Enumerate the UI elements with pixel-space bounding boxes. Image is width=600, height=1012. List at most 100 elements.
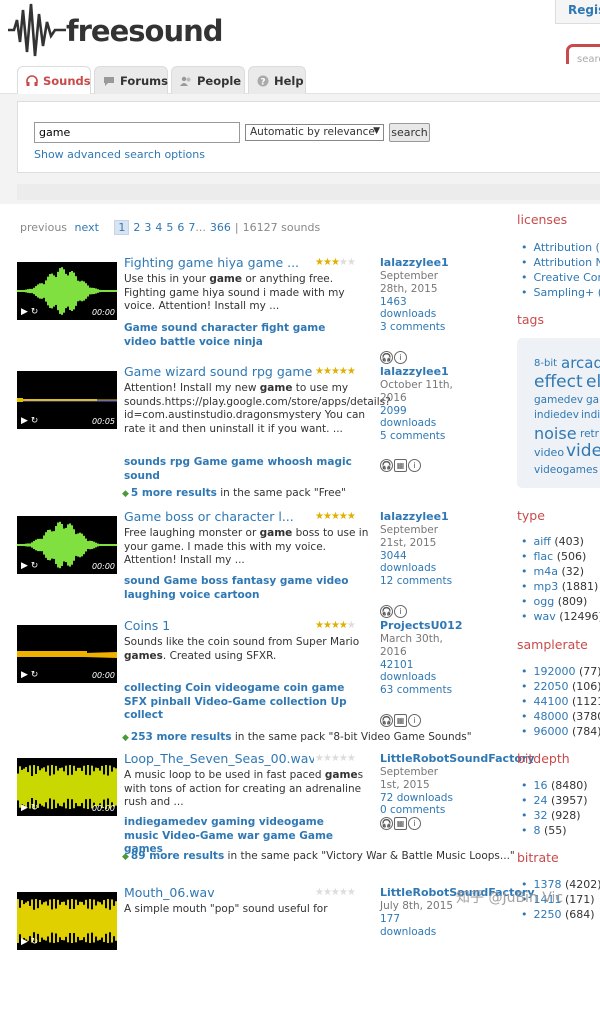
facet-item[interactable]: m4a (32) [521, 564, 600, 579]
downloads-link[interactable]: 177 downloads [380, 913, 458, 939]
waveform-player[interactable]: ▶ ↻ 00:00 [17, 516, 117, 574]
tab-forums[interactable]: Forums [94, 66, 168, 95]
info-icon[interactable]: i [408, 713, 421, 727]
info-icon[interactable]: i [394, 604, 407, 618]
pack-icon[interactable]: ▦ [394, 713, 407, 727]
pager-next[interactable]: next [75, 221, 99, 234]
comments-link[interactable]: 5 comments [380, 430, 458, 443]
loop-icon[interactable]: ↻ [31, 937, 39, 947]
pager-previous[interactable]: previous [20, 221, 67, 234]
sound-title-link[interactable]: Fighting game hiya game ... [124, 255, 314, 270]
search-button[interactable]: search [389, 123, 430, 142]
facet-item[interactable]: 44100 (1121 [521, 694, 600, 709]
tab-people[interactable]: People [171, 66, 245, 95]
tag[interactable]: el [586, 372, 600, 392]
facet-item[interactable]: Attribution N [521, 255, 600, 270]
facet-item[interactable]: mp3 (1881) [521, 579, 600, 594]
play-icon[interactable]: ▶ ↻ [21, 937, 38, 947]
play-icon[interactable]: ▶ ↻ [21, 670, 38, 680]
pack-icon[interactable]: ▦ [394, 816, 407, 830]
waveform-player[interactable]: ▶ ↻ 00:05 [17, 371, 117, 429]
sound-title-link[interactable]: Coins 1 [124, 618, 314, 633]
facet-item[interactable]: 24 (3957) [521, 793, 588, 808]
facet-item[interactable]: aiff (403) [521, 534, 600, 549]
comments-link[interactable]: 63 comments [380, 684, 458, 697]
advanced-search-link[interactable]: Show advanced search options [34, 148, 205, 161]
pager-page-5[interactable]: 5 [166, 221, 173, 234]
sound-title-link[interactable]: Loop_The_Seven_Seas_00.wav [124, 751, 314, 766]
tag[interactable]: arcade [561, 354, 600, 372]
sort-select[interactable]: Automatic by relevance ▼ [245, 124, 384, 141]
facet-item[interactable]: 32 (928) [521, 808, 588, 823]
register-link[interactable]: Regist [555, 0, 600, 24]
pager-page-2[interactable]: 2 [133, 221, 140, 234]
username-link[interactable]: lalazzylee1 [380, 256, 449, 269]
tag[interactable]: gamedev [534, 394, 583, 406]
comments-link[interactable]: 3 comments [380, 321, 458, 334]
waveform-player[interactable]: ▶ ↻ [17, 892, 117, 950]
loop-icon[interactable]: ↻ [31, 307, 39, 317]
pager-page-6[interactable]: 6 [177, 221, 184, 234]
sound-tags[interactable]: sounds rpg Game game whoosh magic sound [124, 456, 354, 483]
play-icon[interactable]: ▶ ↻ [21, 803, 38, 813]
sound-title-link[interactable]: Game boss or character l... [124, 509, 314, 524]
waveform-player[interactable]: ▶ ↻ 00:00 [17, 758, 117, 816]
tag[interactable]: ga [586, 394, 599, 406]
rating-stars[interactable]: ★★★★★ [315, 620, 356, 631]
username-link[interactable]: ProjectsU012 [380, 619, 463, 632]
rating-stars[interactable]: ★★★★★ [315, 366, 356, 377]
facet-item[interactable]: 22050 (106) [521, 679, 600, 694]
facet-item[interactable]: 48000 (3780 [521, 709, 600, 724]
sound-tags[interactable]: Game sound character fight game video ba… [124, 322, 354, 349]
waveform-player[interactable]: ▶ ↻ 00:00 [17, 262, 117, 320]
username-link[interactable]: lalazzylee1 [380, 510, 449, 523]
rating-stars[interactable]: ★★★★★ [315, 753, 356, 764]
downloads-link[interactable]: 1463 downloads [380, 296, 458, 322]
rating-stars[interactable]: ★★★★★ [315, 887, 356, 898]
tag[interactable]: retr [580, 428, 599, 440]
tab-sounds[interactable]: Sounds [17, 66, 91, 96]
pack-icon[interactable]: ▦ [394, 458, 407, 472]
facet-item[interactable]: 192000 (77) [521, 664, 600, 679]
facet-item[interactable]: wav (12496) [521, 609, 600, 624]
freesound-logo[interactable]: freesound [8, 2, 223, 60]
tab-help[interactable]: ? Help [248, 66, 306, 95]
sound-tags[interactable]: sound Game boss fantasy game video laugh… [124, 575, 354, 602]
pager-page-1[interactable]: 1 [114, 220, 130, 235]
tag[interactable]: video [534, 446, 564, 459]
tag[interactable]: indi [581, 409, 600, 421]
rating-stars[interactable]: ★★★★★ [315, 257, 356, 268]
tag[interactable]: vide [566, 441, 600, 461]
facet-item[interactable]: 8 (55) [521, 823, 588, 838]
pager-page-last[interactable]: 366 [210, 221, 231, 234]
facet-item[interactable]: ogg (809) [521, 594, 600, 609]
downloads-link[interactable]: 2099 downloads [380, 405, 458, 431]
pager-page-3[interactable]: 3 [144, 221, 151, 234]
info-icon[interactable]: i [408, 816, 421, 830]
more-results-link[interactable]: 5 more results [131, 487, 217, 499]
more-results-link[interactable]: 89 more results [131, 850, 224, 862]
facet-item[interactable]: Sampling+ ( [521, 285, 600, 300]
more-results-link[interactable]: 253 more results [131, 731, 232, 743]
downloads-link[interactable]: 72 downloads [380, 792, 458, 805]
facet-item[interactable]: Creative Com [521, 270, 600, 285]
downloads-link[interactable]: 3044 downloads [380, 550, 458, 576]
waveform-player[interactable]: ▶ ↻ 00:00 [17, 625, 117, 683]
search-query-input[interactable] [34, 122, 240, 143]
play-icon[interactable]: ▶ ↻ [21, 561, 38, 571]
downloads-link[interactable]: 42101 downloads [380, 659, 458, 685]
rating-stars[interactable]: ★★★★★ [315, 511, 356, 522]
username-link[interactable]: lalazzylee1 [380, 365, 449, 378]
loop-icon[interactable]: ↻ [31, 670, 39, 680]
sound-title-link[interactable]: Game wizard sound rpg game [124, 364, 314, 379]
tag[interactable]: effect [534, 372, 583, 392]
info-icon[interactable]: i [408, 458, 421, 472]
loop-icon[interactable]: ↻ [31, 561, 39, 571]
tag[interactable]: videogames [534, 464, 598, 476]
sound-title-link[interactable]: Mouth_06.wav [124, 885, 314, 900]
username-link[interactable]: LittleRobotSoundFactory [380, 752, 534, 765]
info-icon[interactable]: i [394, 350, 407, 364]
sound-tags[interactable]: collecting Coin videogame coin game SFX … [124, 682, 354, 723]
comments-link[interactable]: 12 comments [380, 575, 458, 588]
play-icon[interactable]: ▶ ↻ [21, 307, 38, 317]
